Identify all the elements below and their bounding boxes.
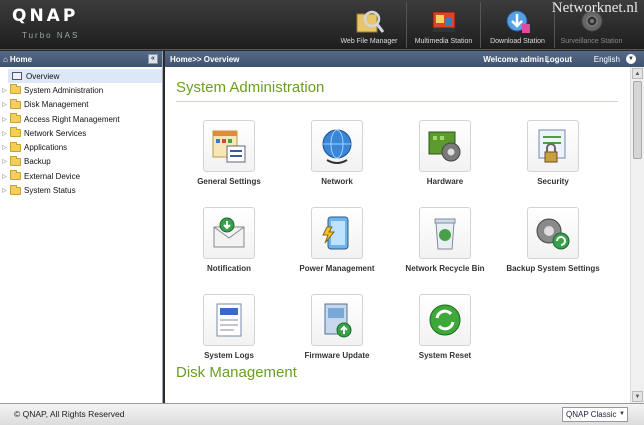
system-reset-icon	[429, 304, 461, 336]
tile-system-logs[interactable]: System Logs	[171, 294, 279, 374]
expand-arrow-icon[interactable]: ▷	[0, 187, 9, 194]
tile-system-reset[interactable]: System Reset	[387, 294, 495, 374]
folder-icon	[10, 113, 21, 124]
firmware-update-icon	[324, 303, 352, 338]
footer: © QNAP, All Rights Reserved QNAP Classic…	[0, 403, 644, 425]
sidebar-item-network-services[interactable]: ▷ Network Services	[0, 126, 162, 140]
logo-subtitle: Turbo NAS	[22, 31, 80, 40]
expand-arrow-icon[interactable]: ▷	[0, 144, 9, 151]
top-header: QNAP Turbo NAS Web File Manager Multimed…	[0, 0, 644, 50]
sidebar-item-backup[interactable]: ▷ Backup	[0, 155, 162, 169]
power-battery-icon	[322, 216, 349, 250]
vertical-scrollbar[interactable]: ▲ ▼	[630, 67, 644, 403]
theme-select[interactable]: QNAP Classic ▼	[562, 407, 628, 422]
tile-power-management[interactable]: Power Management	[279, 207, 387, 287]
chevron-down-icon: ▼	[619, 411, 625, 417]
sidebar-item-disk-management[interactable]: ▷ Disk Management	[0, 98, 162, 112]
tile-general-settings[interactable]: General Settings	[171, 120, 279, 200]
welcome-text: Welcome admin	[483, 54, 544, 64]
section-title: System Administration	[176, 79, 325, 96]
tile-firmware-update[interactable]: Firmware Update	[279, 294, 387, 374]
sidebar-item-applications[interactable]: ▷ Applications	[0, 140, 162, 154]
folder-icon	[10, 155, 21, 166]
scroll-down-icon[interactable]: ▼	[632, 391, 643, 402]
backup-settings-icon	[536, 218, 570, 250]
app-web-file-manager[interactable]: Web File Manager	[332, 2, 406, 48]
app-download-station[interactable]: Download Station	[480, 2, 554, 48]
expand-arrow-icon[interactable]: ▷	[0, 158, 9, 165]
general-settings-icon	[212, 130, 246, 163]
tile-security[interactable]: Security	[495, 120, 603, 200]
main-panel: Home>> Overview Welcome admin | Logout E…	[165, 51, 644, 403]
download-station-icon	[506, 10, 530, 33]
breadcrumb[interactable]: Home>> Overview	[170, 55, 239, 64]
folder-icon	[10, 98, 21, 109]
scroll-thumb[interactable]	[633, 81, 642, 159]
sidebar: ⌂ Home « Overview ▷ System Administratio…	[0, 51, 163, 403]
expand-arrow-icon[interactable]: ▷	[0, 116, 9, 123]
web-file-manager-icon	[356, 10, 385, 33]
logout-link[interactable]: Logout	[545, 55, 572, 64]
sidebar-title: Home	[9, 54, 33, 64]
top-nav-bar: Home>> Overview Welcome admin | Logout E…	[165, 51, 644, 67]
expand-arrow-icon[interactable]: ▷	[0, 87, 9, 94]
folder-icon	[10, 170, 21, 181]
sidebar-item-access-right-management[interactable]: ▷ Access Right Management	[0, 112, 162, 126]
collapse-sidebar-button[interactable]: «	[148, 54, 158, 64]
page-icon	[12, 72, 22, 81]
sidebar-item-system-status[interactable]: ▷ System Status	[0, 183, 162, 197]
multimedia-station-icon	[432, 11, 455, 32]
expand-arrow-icon[interactable]: ▷	[0, 173, 9, 180]
notification-envelope-icon	[213, 217, 245, 248]
network-globe-icon	[322, 129, 352, 164]
folder-icon	[10, 84, 21, 95]
folder-icon	[10, 141, 21, 152]
sidebar-item-system-administration[interactable]: ▷ System Administration	[0, 83, 162, 97]
app-multimedia-station[interactable]: Multimedia Station	[406, 2, 480, 48]
recycle-bin-icon	[434, 218, 456, 250]
tile-network-recycle-bin[interactable]: Network Recycle Bin	[387, 207, 495, 287]
nav-tree: Overview ▷ System Administration ▷ Disk …	[0, 67, 162, 198]
language-label[interactable]: English	[594, 55, 620, 64]
tile-network[interactable]: Network	[279, 120, 387, 200]
qnap-logo: QNAP	[12, 6, 79, 26]
hardware-gear-icon	[428, 131, 461, 162]
tile-grid: General Settings Network Hardware Securi…	[165, 102, 630, 364]
sidebar-item-overview[interactable]: Overview	[8, 69, 162, 84]
folder-icon	[10, 127, 21, 138]
tile-hardware[interactable]: Hardware	[387, 120, 495, 200]
security-lock-icon	[538, 129, 566, 163]
expand-arrow-icon[interactable]: ▷	[0, 101, 9, 108]
system-logs-icon	[216, 303, 242, 337]
home-icon: ⌂	[3, 54, 8, 64]
sidebar-header: ⌂ Home «	[0, 51, 162, 67]
overview-content: System Administration General Settings N…	[165, 67, 630, 403]
sidebar-item-external-device[interactable]: ▷ External Device	[0, 169, 162, 183]
folder-icon	[10, 184, 21, 195]
tile-notification[interactable]: Notification	[171, 207, 279, 287]
language-dropdown-icon[interactable]: ▼	[626, 54, 636, 64]
copyright-text: © QNAP, All Rights Reserved	[14, 409, 125, 419]
scroll-up-icon[interactable]: ▲	[632, 68, 643, 79]
expand-arrow-icon[interactable]: ▷	[0, 130, 9, 137]
watermark-text: Networknet.nl	[551, 0, 638, 16]
tile-backup-system-settings[interactable]: Backup System Settings	[495, 207, 603, 287]
